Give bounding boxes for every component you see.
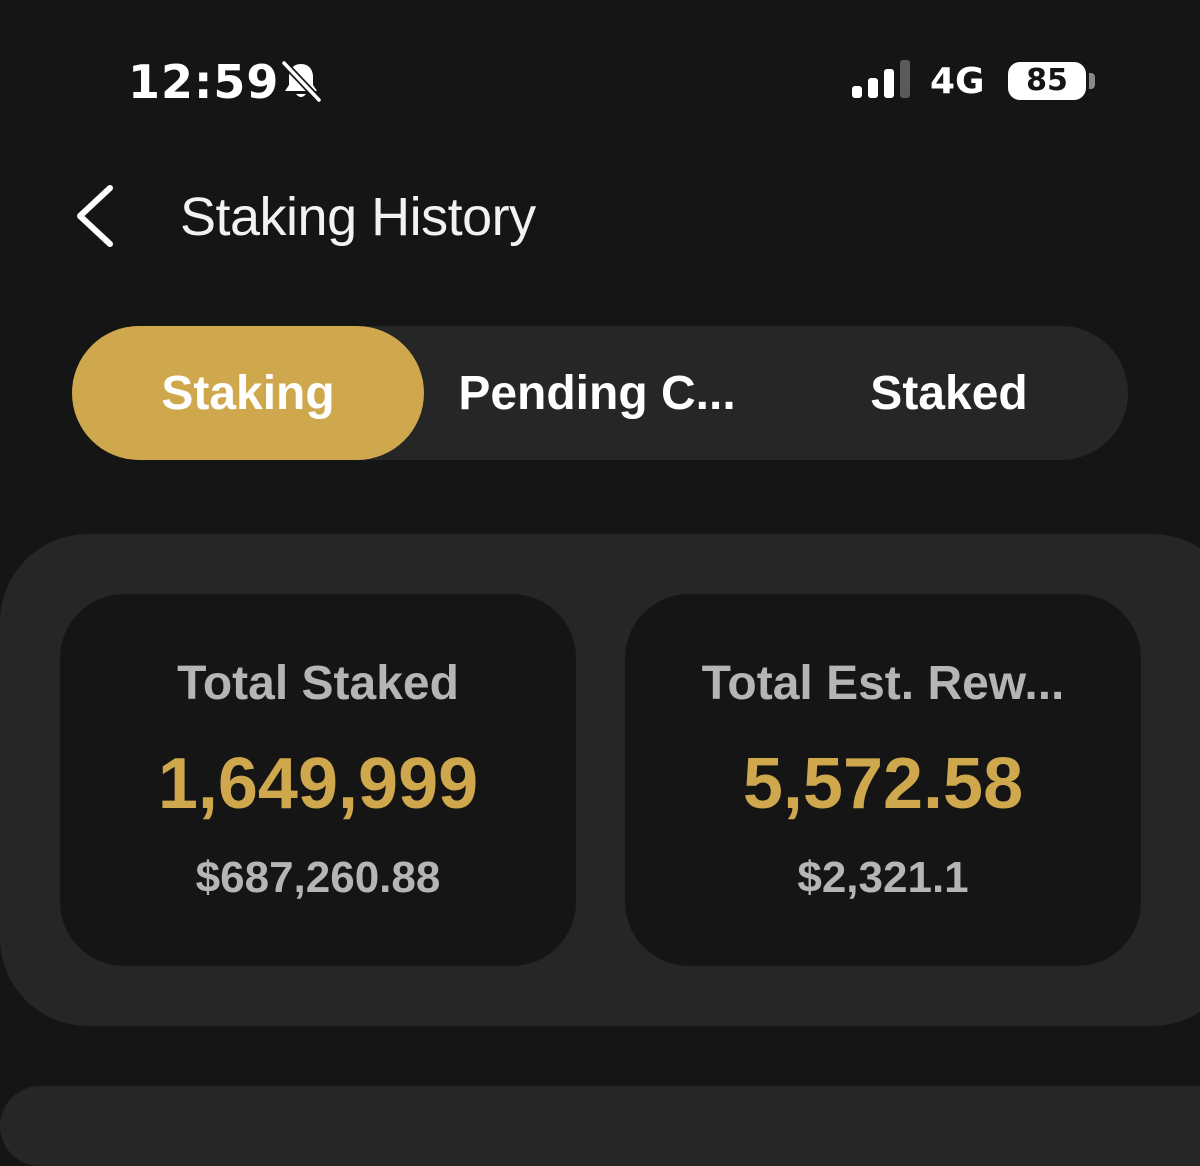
battery-icon: 85 (1008, 62, 1086, 100)
status-time: 12:59 (128, 55, 280, 109)
total-rewards-label: Total Est. Rew... (701, 657, 1065, 710)
bell-slash-icon (280, 59, 323, 104)
tab-bar: Staking Pending C... Staked (72, 326, 1128, 460)
total-staked-value: 1,649,999 (157, 744, 479, 824)
total-staked-usd: $687,260.88 (195, 853, 441, 902)
total-rewards-card: Total Est. Rew... 5,572.58 $2,321.1 (625, 594, 1141, 966)
total-staked-card: Total Staked 1,649,999 $687,260.88 (60, 594, 576, 966)
tab-staking[interactable]: Staking (72, 326, 424, 460)
battery-level: 85 (1026, 63, 1068, 98)
network-type-label: 4G (930, 61, 985, 102)
tab-staked[interactable]: Staked (770, 326, 1128, 460)
chevron-left-icon (77, 185, 113, 247)
cellular-signal-icon (852, 60, 910, 98)
total-rewards-value: 5,572.58 (742, 744, 1024, 824)
total-rewards-usd: $2,321.1 (797, 853, 969, 902)
page-title: Staking History (180, 187, 536, 247)
back-button[interactable] (66, 180, 130, 252)
tab-pending-claim[interactable]: Pending C... (424, 326, 770, 460)
total-staked-label: Total Staked (177, 657, 459, 710)
battery-tip (1089, 73, 1095, 89)
next-section-panel (0, 1086, 1200, 1166)
